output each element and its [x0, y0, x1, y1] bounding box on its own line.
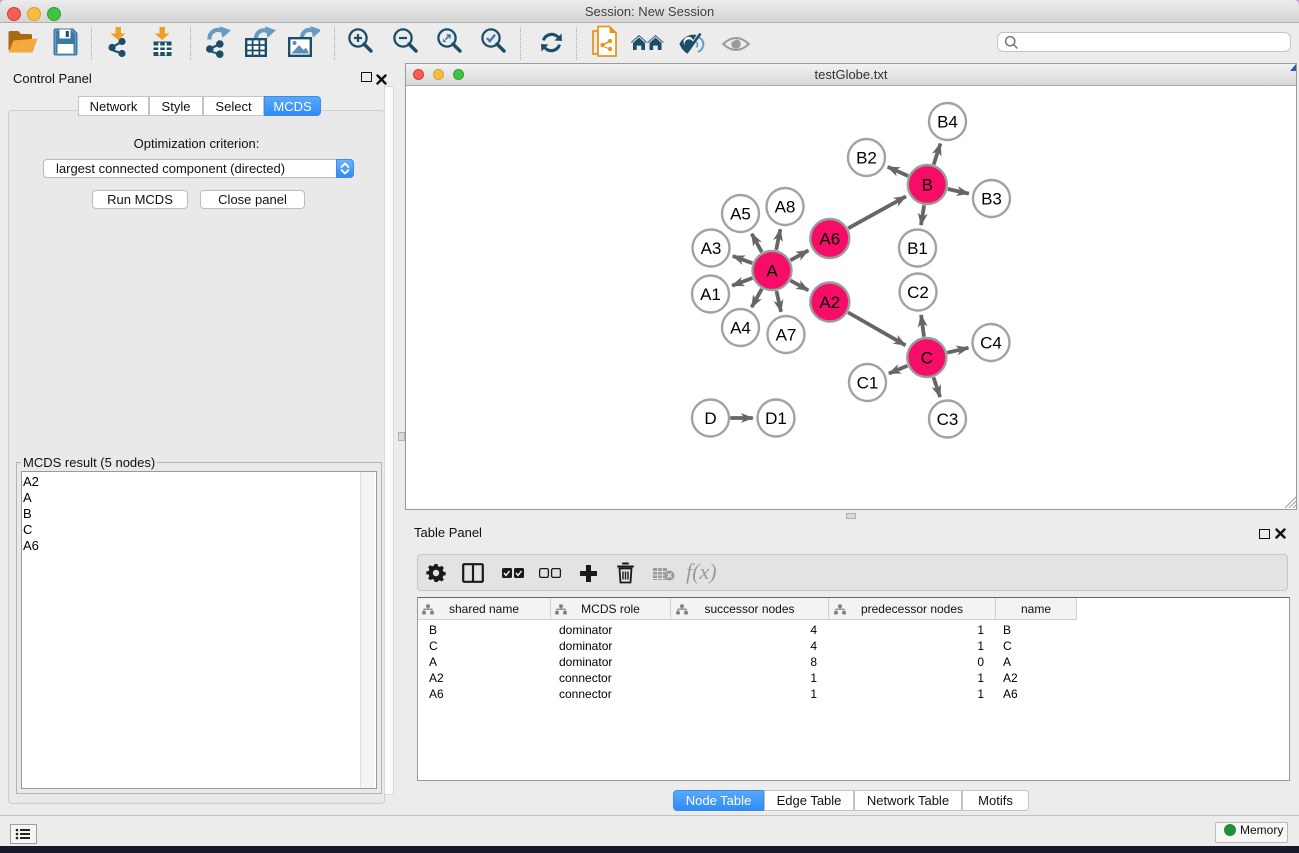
svg-text:B4: B4 [937, 113, 958, 132]
svg-text:D1: D1 [765, 409, 787, 428]
svg-text:A1: A1 [700, 285, 721, 304]
svg-text:B: B [922, 176, 933, 195]
svg-text:A6: A6 [819, 230, 840, 249]
svg-text:C3: C3 [937, 410, 959, 429]
svg-text:A8: A8 [775, 198, 796, 217]
svg-text:A5: A5 [730, 205, 751, 224]
svg-text:B1: B1 [907, 239, 928, 258]
svg-text:A: A [766, 262, 778, 281]
svg-text:A4: A4 [730, 319, 751, 338]
svg-text:C2: C2 [907, 283, 929, 302]
svg-text:A3: A3 [701, 239, 722, 258]
svg-text:C: C [921, 349, 933, 368]
svg-text:A2: A2 [819, 293, 840, 312]
svg-text:C1: C1 [857, 374, 879, 393]
svg-text:D: D [704, 409, 716, 428]
svg-text:B3: B3 [981, 190, 1002, 209]
svg-text:C4: C4 [980, 334, 1002, 353]
svg-text:A7: A7 [776, 326, 797, 345]
svg-text:B2: B2 [856, 149, 877, 168]
